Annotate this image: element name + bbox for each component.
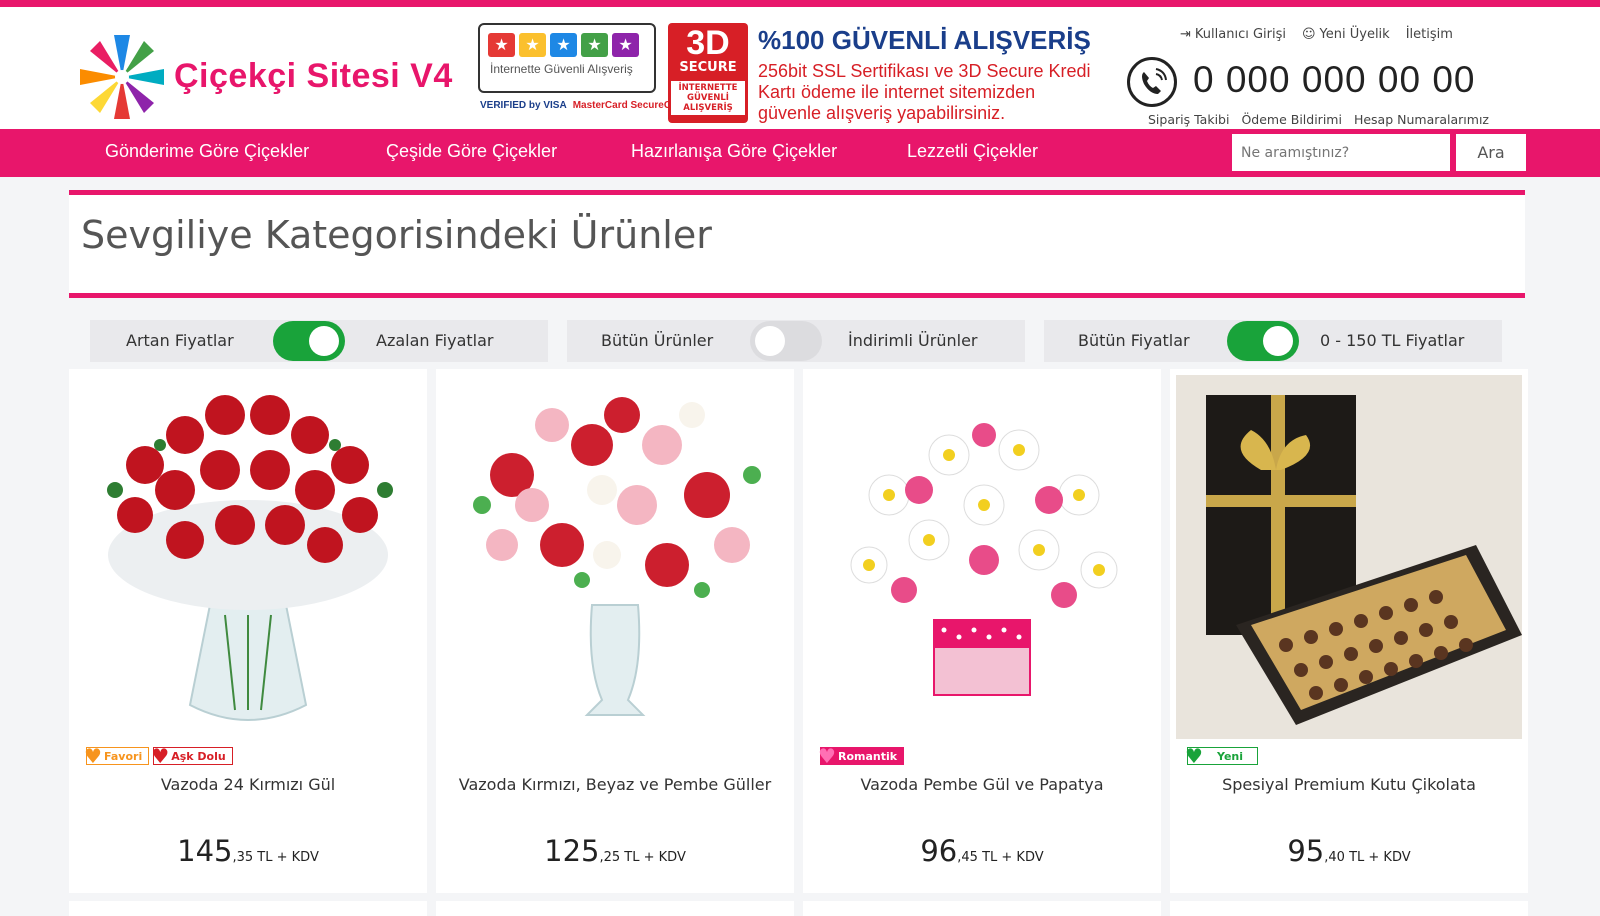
product-tags: ♥ Favori ♥ Aşk Dolu [84, 744, 233, 768]
safe-shopping-text: 256bit SSL Sertifikası ve 3D Secure Kred… [758, 61, 1091, 123]
tag-romantic: ♥ Romantik [818, 744, 905, 768]
3d-secure-badge: 3D SECURE İNTERNETTE GÜVENLİ ALIŞVERİŞ [668, 23, 748, 123]
main-nav: Gönderime Göre Çiçekler Çeşide Göre Çiçe… [0, 129, 1600, 177]
product-card[interactable]: Vazoda Kırmızı, Beyaz ve Pembe Güller 12… [436, 369, 794, 893]
login-label: Kullanıcı Girişi [1194, 27, 1286, 42]
product-card[interactable]: ♥ Favori ♥ Aşk Dolu Vazoda 24 Kırmızı Gül … [69, 369, 427, 893]
product-name[interactable]: Vazoda Kırmızı, Beyaz ve Pembe Güller [436, 775, 794, 794]
login-icon: ⇥ [1180, 27, 1191, 42]
product-card[interactable]: ♥ Romantik Vazoda Pembe Gül ve Papatya 96… [803, 369, 1161, 893]
visa-logo: VERIFIED by VISA [480, 100, 567, 111]
product-card-partial[interactable] [803, 901, 1161, 916]
star-icon: ★ [581, 33, 608, 57]
page-title: Sevgiliye Kategorisindeki Ürünler [81, 213, 712, 257]
search-button[interactable]: Ara [1456, 134, 1526, 171]
product-name[interactable]: Vazoda Pembe Gül ve Papatya [803, 775, 1161, 794]
product-card[interactable]: ♥ Yeni Spesiyal Premium Kutu Çikolata 95,… [1170, 369, 1528, 893]
secure-label: SECURE [679, 60, 737, 75]
tag-love: ♥ Aşk Dolu [151, 744, 233, 768]
register-label: Yeni Üyelik [1319, 27, 1390, 42]
heart-icon: ♥ [84, 744, 102, 768]
nav-by-arrangement[interactable]: Hazırlanışa Göre Çiçekler [631, 141, 837, 162]
search-input[interactable] [1232, 134, 1450, 171]
product-price: 96,45 TL + KDV [920, 834, 1044, 868]
filter-right-label[interactable]: 0 - 150 TL Fiyatlar [1320, 331, 1464, 350]
heart-icon: ♥ [151, 744, 170, 768]
star-icon: ★ [550, 33, 577, 57]
star-icon: ★ [488, 33, 515, 57]
login-link[interactable]: ⇥ Kullanıcı Girişi [1180, 27, 1286, 42]
discount-filter: Bütün Ürünler İndirimli Ürünler [567, 320, 1025, 362]
product-name[interactable]: Vazoda 24 Kırmızı Gül [69, 775, 427, 794]
top-accent-bar [0, 0, 1600, 7]
product-image-mixed-roses[interactable] [442, 375, 788, 739]
nav-by-type[interactable]: Çeşide Göre Çiçekler [386, 141, 557, 162]
product-card-partial[interactable] [436, 901, 794, 916]
toggle-knob [1263, 326, 1293, 356]
price-sort-filter: Artan Fiyatlar Azalan Fiyatlar [90, 320, 548, 362]
payment-notice-link[interactable]: Ödeme Bildirimi [1241, 112, 1342, 127]
product-price: 125,25 TL + KDV [544, 834, 686, 868]
account-links: Sipariş Takibi Ödeme Bildirimi Hesap Num… [1148, 112, 1489, 127]
user-add-icon: ☺ [1301, 27, 1316, 42]
register-link[interactable]: ☺ Yeni Üyelik [1302, 27, 1390, 42]
product-image-chocolate-box[interactable] [1176, 375, 1522, 739]
nav-tasty-flowers[interactable]: Lezzetli Çiçekler [907, 141, 1038, 162]
flower-logo-icon[interactable] [72, 27, 172, 127]
tag-favorite: ♥ Favori [84, 744, 150, 768]
filter-right-label[interactable]: İndirimli Ürünler [848, 331, 977, 350]
category-header: Sevgiliye Kategorisindeki Ürünler [69, 190, 1525, 298]
rating-stars: ★ ★ ★ ★ ★ [488, 33, 639, 57]
secure-3d-text: 3D [686, 24, 730, 62]
safe-shopping-badge: ★ ★ ★ ★ ★ İnternette Güvenli Alışveriş [478, 23, 656, 93]
tag-new: ♥ Yeni [1185, 744, 1259, 768]
filter-left-label[interactable]: Bütün Fiyatlar [1078, 331, 1190, 350]
bank-accounts-link[interactable]: Hesap Numaralarımız [1354, 112, 1489, 127]
header: Çiçekçi Sitesi V4 ★ ★ ★ ★ ★ İnternette G… [0, 7, 1600, 129]
discount-toggle[interactable] [750, 321, 822, 361]
phone-number[interactable]: 0 000 000 00 00 [1193, 59, 1475, 101]
price-range-filter: Bütün Fiyatlar 0 - 150 TL Fiyatlar [1044, 320, 1502, 362]
payment-cards: VERIFIED by VISA MasterCard SecureCode [480, 100, 689, 111]
contact-label: İletişim [1405, 27, 1453, 42]
safe-shopping-title: %100 GÜVENLİ ALIŞVERİŞ [758, 25, 1091, 55]
order-tracking-link[interactable]: Sipariş Takibi [1148, 112, 1229, 127]
product-image-rose-daisy[interactable] [809, 375, 1155, 739]
phone-icon [1127, 57, 1177, 107]
toggle-knob [309, 326, 339, 356]
heart-icon: ♥ [1185, 744, 1203, 768]
filter-right-label[interactable]: Azalan Fiyatlar [376, 331, 493, 350]
nav-by-delivery[interactable]: Gönderime Göre Çiçekler [105, 141, 309, 162]
product-tags: ♥ Yeni [1185, 744, 1259, 768]
star-icon: ★ [519, 33, 546, 57]
product-price: 145,35 TL + KDV [177, 834, 319, 868]
product-tags: ♥ Romantik [818, 744, 905, 768]
heart-icon: ♥ [818, 744, 836, 768]
star-icon: ★ [612, 33, 639, 57]
product-image-red-roses[interactable] [75, 375, 421, 739]
product-price: 95,40 TL + KDV [1287, 834, 1411, 868]
site-name[interactable]: Çiçekçi Sitesi V4 [174, 57, 453, 96]
contact-link[interactable]: İletişim [1406, 27, 1453, 42]
product-name[interactable]: Spesiyal Premium Kutu Çikolata [1170, 775, 1528, 794]
price-range-toggle[interactable] [1227, 321, 1299, 361]
product-card-partial[interactable] [69, 901, 427, 916]
top-links: ⇥ Kullanıcı Girişi ☺ Yeni Üyelik İletişi… [1180, 27, 1453, 42]
secure-small-text: İNTERNETTE GÜVENLİ ALIŞVERİŞ [671, 81, 745, 115]
filter-left-label[interactable]: Artan Fiyatlar [126, 331, 234, 350]
filter-left-label[interactable]: Bütün Ürünler [601, 331, 713, 350]
toggle-knob [755, 326, 785, 356]
sort-toggle[interactable] [273, 321, 345, 361]
badge-text: İnternette Güvenli Alışveriş [490, 62, 633, 76]
product-card-partial[interactable] [1170, 901, 1528, 916]
